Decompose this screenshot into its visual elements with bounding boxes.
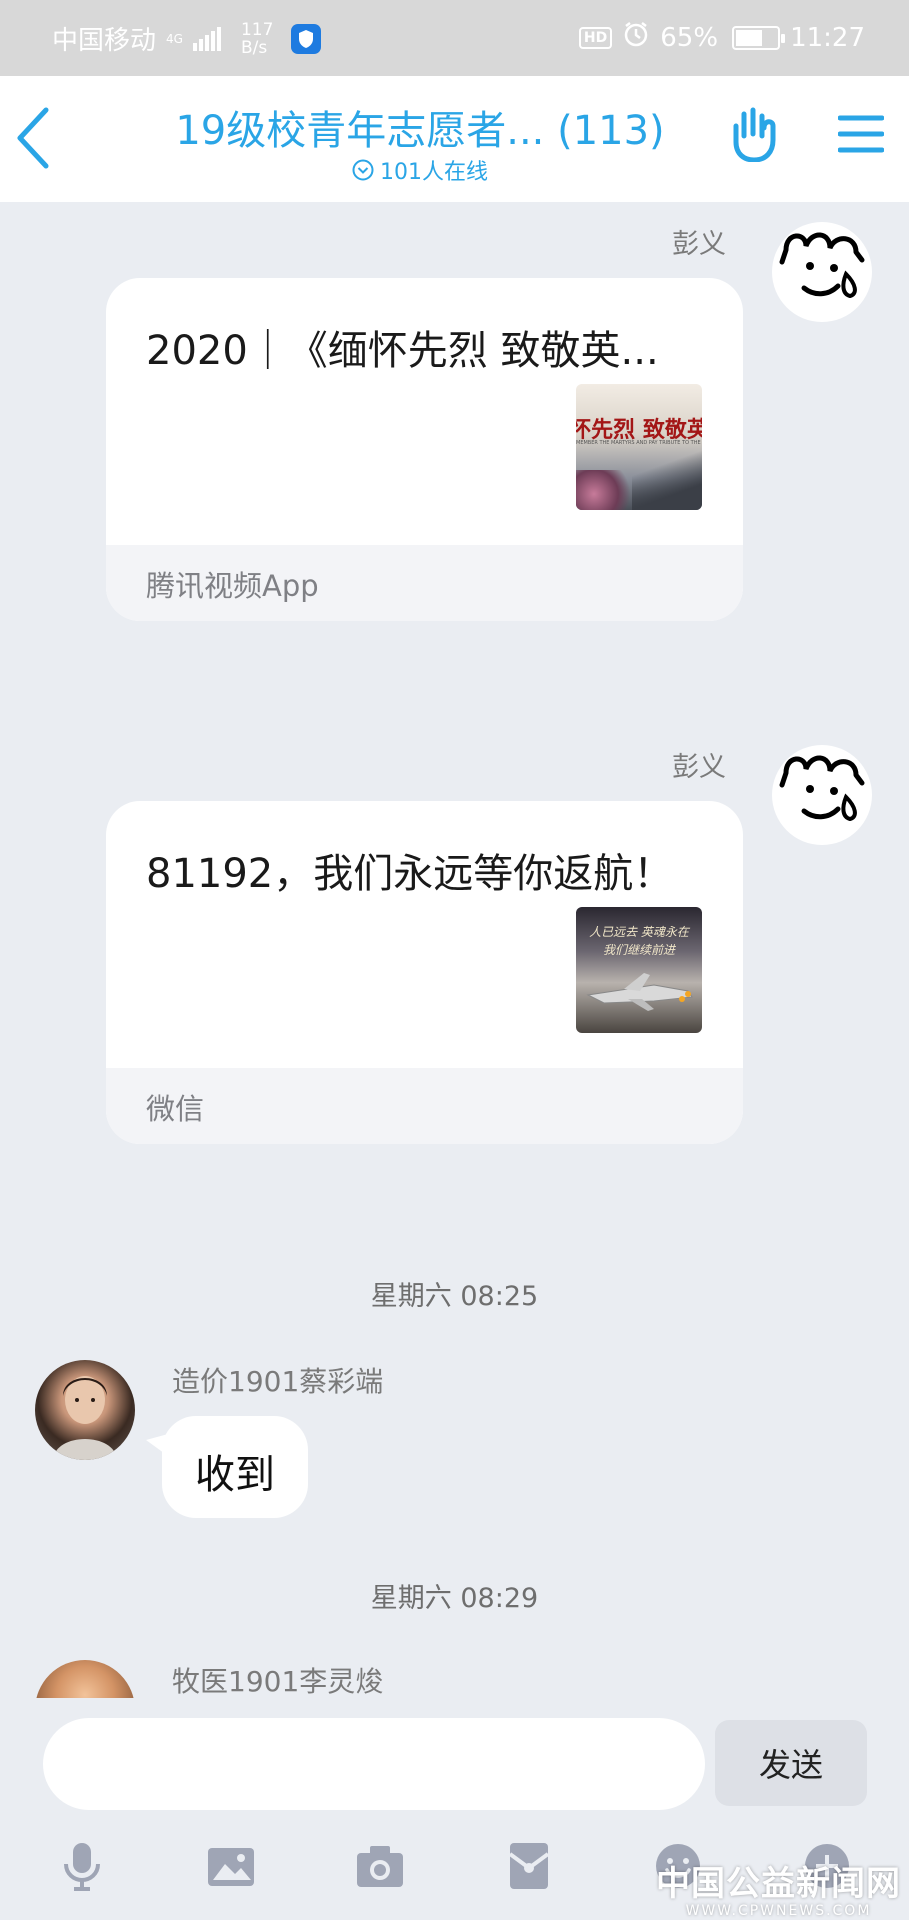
status-bar: 中国移动 4G 117 B/s HD 65% 11:27 xyxy=(0,0,909,76)
network-speed: 117 B/s xyxy=(241,21,273,57)
link-card-source: 腾讯视频App xyxy=(146,569,319,603)
watermark: 中国公益新闻网 WWW.CPWNEWS.COM xyxy=(656,1856,901,1919)
image-icon[interactable] xyxy=(205,1840,257,1892)
microphone-icon[interactable] xyxy=(56,1840,108,1892)
doodle-face-icon xyxy=(779,232,865,299)
message-sender: 造价1901蔡彩端 xyxy=(172,1365,384,1398)
link-card-title: 81192，我们永远等你返航！ xyxy=(146,851,674,897)
camera-icon[interactable] xyxy=(354,1840,406,1892)
status-bar-left: 中国移动 4G 117 B/s xyxy=(52,20,322,57)
message-sender: 牧医1901李灵焌 xyxy=(172,1665,384,1698)
thumbnail-subtext: 我们继续前进 xyxy=(602,943,675,957)
thumbnail-mountain-shape xyxy=(632,450,702,510)
timestamp: 星期六 08:29 xyxy=(370,1583,539,1614)
hd-badge: HD xyxy=(578,26,613,49)
shield-icon xyxy=(291,23,322,54)
jet-icon xyxy=(586,973,693,1011)
avatar[interactable] xyxy=(772,222,872,322)
send-button[interactable]: 发送 xyxy=(715,1720,867,1806)
link-card-source: 微信 xyxy=(146,1092,205,1126)
link-card-footer: 腾讯视频App xyxy=(106,545,743,621)
chat-bubble[interactable]: 收到 xyxy=(146,1416,308,1518)
battery-fill xyxy=(736,29,763,46)
battery-percent: 65% xyxy=(660,22,719,53)
chat-bubble-text: 收到 xyxy=(195,1452,275,1498)
speed-value: 117 xyxy=(240,19,274,40)
avatar[interactable] xyxy=(772,745,872,845)
thumbnail-flower-shape xyxy=(576,470,636,510)
network-type: 4G xyxy=(166,31,183,46)
menu-icon[interactable] xyxy=(838,114,884,154)
link-card-footer: 微信 xyxy=(106,1068,743,1144)
message-sender: 彭义 xyxy=(672,229,726,260)
avatar[interactable] xyxy=(35,1660,135,1698)
carrier-label: 中国移动 xyxy=(52,26,157,56)
thumbnail-text: 人已远去 英魂永在 xyxy=(589,925,689,939)
status-bar-right: HD 65% 11:27 xyxy=(578,20,865,55)
online-count-label: 101人在线 xyxy=(380,160,488,185)
chevron-circle-icon xyxy=(352,159,374,181)
message-sender: 彭义 xyxy=(672,752,726,783)
signal-icon xyxy=(192,26,221,51)
thumbnail-subtext: MEMBER THE MARTYRS AND PAY TRIBUTE TO TH… xyxy=(576,440,702,446)
link-card[interactable]: 2020｜《缅怀先烈 致敬英... 怀先烈 致敬英 MEMBER THE MAR… xyxy=(106,278,743,621)
link-card-title: 2020｜《缅怀先烈 致敬英... xyxy=(146,328,659,374)
avatar[interactable] xyxy=(35,1360,135,1460)
watermark-title: 中国公益新闻网 xyxy=(656,1864,901,1904)
chat-header: 19级校青年志愿者... (113) 101人在线 xyxy=(0,76,909,202)
person-photo-icon xyxy=(53,1376,117,1460)
hand-gesture-icon[interactable] xyxy=(726,106,780,162)
watermark-url: WWW.CPWNEWS.COM xyxy=(685,1903,872,1919)
alarm-icon xyxy=(622,20,650,55)
avatar-clip xyxy=(35,1660,135,1698)
group-title[interactable]: 19级校青年志愿者... (113) xyxy=(150,98,690,156)
clock: 11:27 xyxy=(790,22,865,53)
speed-unit: B/s xyxy=(240,37,268,58)
back-arrow-icon[interactable] xyxy=(14,106,54,170)
online-count[interactable]: 101人在线 xyxy=(150,154,690,186)
battery-icon xyxy=(732,25,786,50)
message-input[interactable] xyxy=(43,1718,705,1810)
doodle-face-icon xyxy=(779,755,865,822)
link-card-thumbnail: 怀先烈 致敬英 MEMBER THE MARTYRS AND PAY TRIBU… xyxy=(576,384,702,510)
link-card-thumbnail: 人已远去 英魂永在 我们继续前进 xyxy=(576,907,702,1033)
link-card[interactable]: 81192，我们永远等你返航！ 人已远去 英魂永在 我们继续前进 微信 xyxy=(106,801,743,1144)
red-packet-icon[interactable] xyxy=(503,1840,555,1892)
timestamp: 星期六 08:25 xyxy=(370,1281,539,1312)
